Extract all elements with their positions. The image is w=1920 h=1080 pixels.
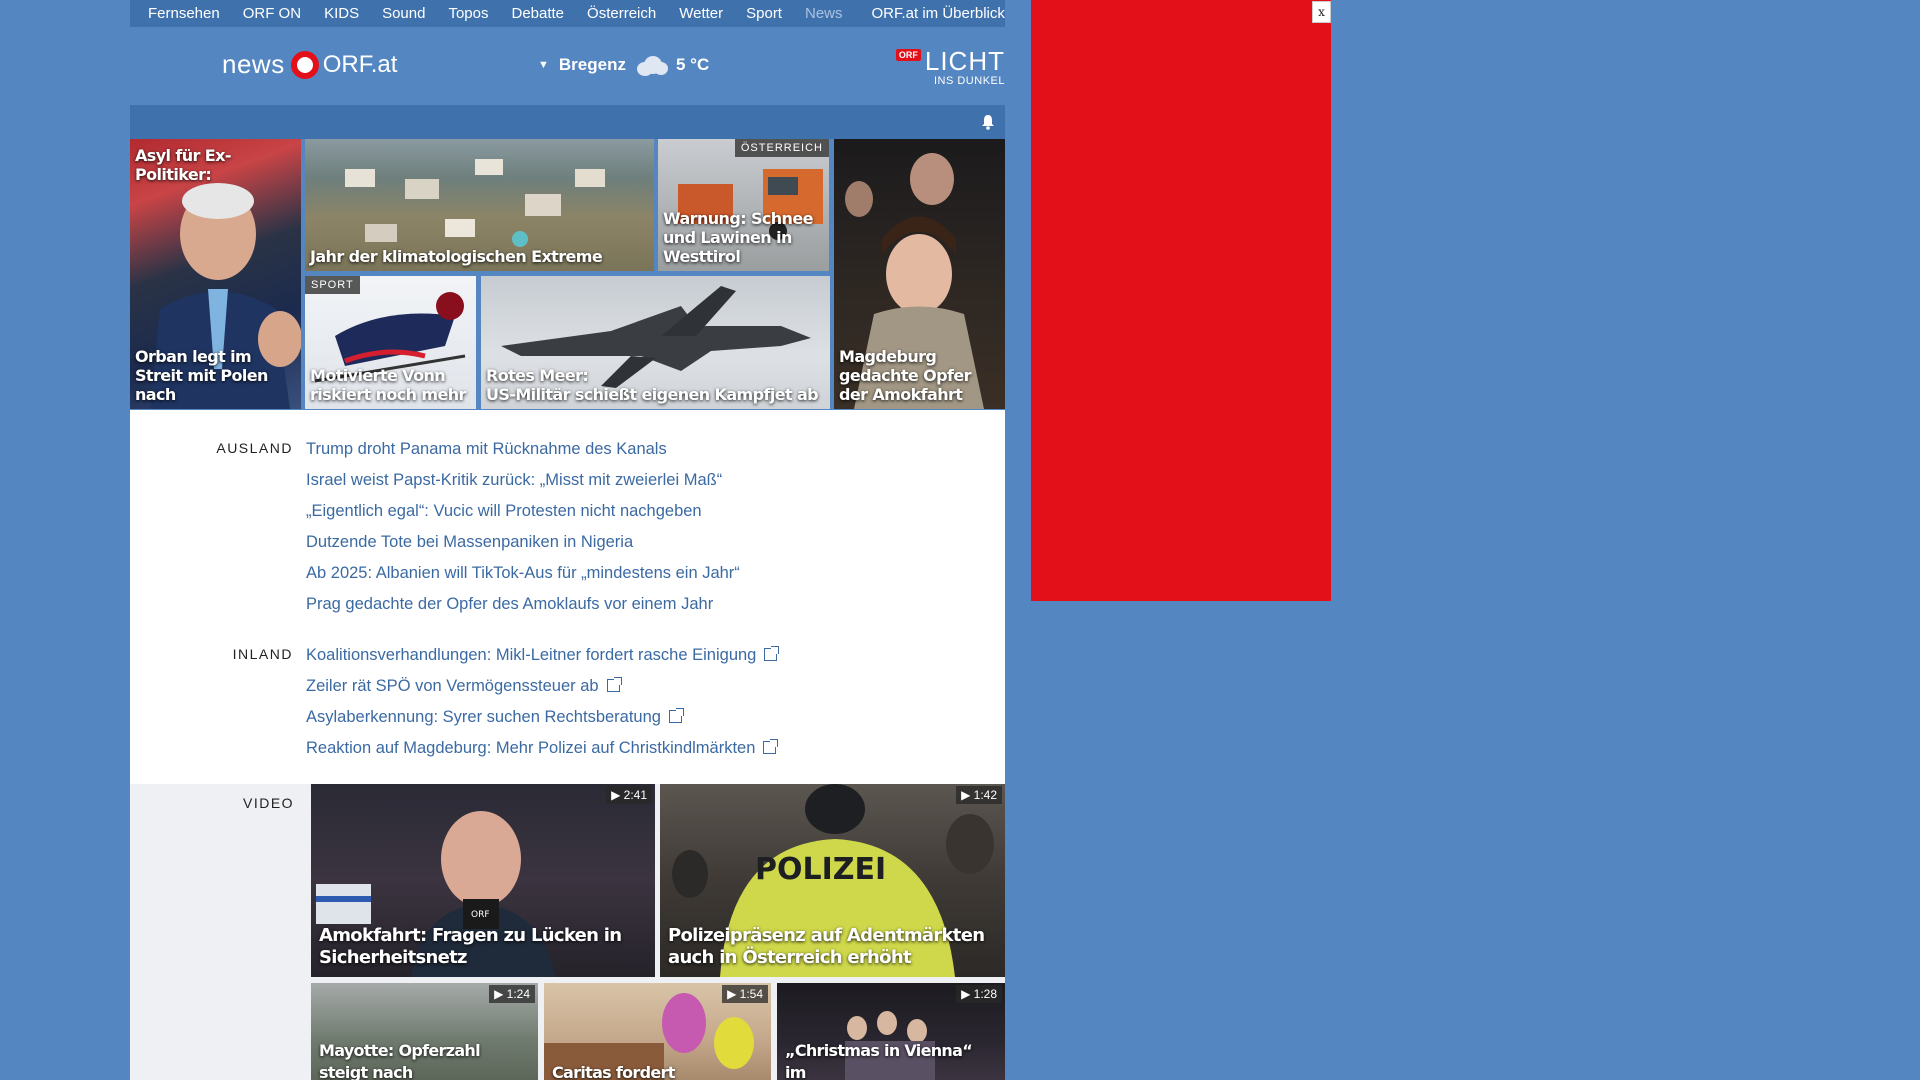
video-caption: „Christmas in Vienna“ im (785, 1041, 973, 1080)
teaser-jet-headline: US-Militär schießt eigenen Kampfjet ab (486, 385, 819, 404)
teaser-magdeburg-caption: Magdeburg gedachte Opfer der Amokfahrt (839, 347, 971, 404)
teaser-climate-caption: Jahr der klimatologischen Extreme (310, 247, 603, 266)
tag-sport: SPORT (305, 276, 360, 294)
headline-link[interactable]: Asylaberkennung: Syrer suchen Rechtsbera… (306, 708, 777, 739)
teaser-orban-kicker: Asyl für Ex-Politiker: (135, 146, 232, 184)
nav-kids[interactable]: KIDS (324, 5, 359, 22)
teaser-snow[interactable]: ÖSTERREICH Warnung: Schnee und Lawinen i… (658, 139, 829, 271)
notification-bar (130, 105, 1005, 139)
nav-fernsehen[interactable]: Fernsehen (148, 5, 220, 22)
section-label-video: VIDEO (243, 795, 295, 811)
section-label-ausland: AUSLAND (216, 440, 293, 456)
nav-sound[interactable]: Sound (382, 5, 425, 22)
duration-text: 2:41 (623, 788, 647, 802)
video-duration: ▶ 1:24 (489, 985, 535, 1003)
headline-link[interactable]: Israel weist Papst-Kritik zurück: „Misst… (306, 471, 740, 502)
headline-link[interactable]: Ab 2025: Albanien will TikTok-Aus für „m… (306, 564, 740, 595)
orf-ring-icon (290, 50, 319, 79)
video-tile-polizei[interactable]: POLIZEI ▶ 1:42 Polizeipräsenz auf Adentm… (660, 784, 1005, 977)
teaser-vonn[interactable]: SPORT Motivierte Vonn riskiert noch mehr (305, 276, 476, 409)
nav-overview[interactable]: ORF.at im Überblick (872, 5, 1005, 22)
video-section: VIDEO ORF ▶ 2:41 Amokfahrt: Fragen zu Lü… (130, 784, 1005, 1080)
mic-orf-text: ORF (471, 910, 490, 920)
dropdown-triangle-icon: ▼ (538, 59, 549, 71)
external-link-icon (763, 739, 779, 754)
nav-news[interactable]: News (805, 5, 843, 22)
headline-text: Asylaberkennung: Syrer suchen Rechtsbera… (306, 708, 661, 726)
duration-text: 1:42 (973, 788, 997, 802)
external-link-icon (764, 646, 780, 661)
inland-list: Koalitionsverhandlungen: Mikl-Leitner fo… (306, 646, 780, 770)
headline-text: Koalitionsverhandlungen: Mikl-Leitner fo… (306, 646, 757, 664)
headline-link[interactable]: Prag gedachte der Opfer des Amoklaufs vo… (306, 595, 740, 626)
headline-link[interactable]: Trump droht Panama mit Rücknahme des Kan… (306, 440, 740, 471)
site-header: news ORF.at ▼ Bregenz 5 °C ORF LICHT INS … (130, 27, 1005, 105)
ad-close-button[interactable]: x (1312, 1, 1331, 23)
video-caption: Amokfahrt: Fragen zu Lücken in Sicherhei… (319, 925, 622, 968)
headline-link[interactable]: Koalitionsverhandlungen: Mikl-Leitner fo… (306, 646, 780, 677)
nav-oesterreich[interactable]: Österreich (587, 5, 656, 22)
ausland-list: Trump droht Panama mit Rücknahme des Kan… (306, 440, 740, 626)
weather-location: Bregenz (558, 55, 626, 74)
teaser-vonn-caption: Motivierte Vonn riskiert noch mehr (310, 366, 466, 404)
teaser-jet-caption: Rotes Meer: US-Militär schießt eigenen K… (486, 366, 825, 404)
bell-icon[interactable] (981, 114, 995, 130)
lid-orf-badge: ORF (895, 49, 921, 61)
nav-topos[interactable]: Topos (448, 5, 488, 22)
nav-wetter[interactable]: Wetter (679, 5, 723, 22)
nav-orf-on[interactable]: ORF ON (243, 5, 301, 22)
logo-news-text: news (222, 49, 285, 79)
video-caption: Mayotte: Opferzahl steigt nach (319, 1041, 481, 1080)
lid-subtitle: INS DUNKEL (933, 75, 1005, 87)
teaser-magdeburg[interactable]: Magdeburg gedachte Opfer der Amokfahrt (834, 139, 1005, 409)
duration-text: 1:24 (506, 987, 530, 1001)
headline-lists: AUSLAND Trump droht Panama mit Rücknahme… (130, 410, 1005, 784)
weather-widget[interactable]: ▼ Bregenz 5 °C (538, 54, 709, 76)
video-tile-mayotte[interactable]: ▶ 1:24 Mayotte: Opferzahl steigt nach (311, 983, 538, 1080)
advertisement-banner[interactable] (1031, 0, 1331, 601)
teaser-orban[interactable]: Asyl für Ex-Politiker: Orban legt im Str… (130, 139, 301, 409)
headline-link[interactable]: Zeiler rät SPÖ von Vermögenssteuer ab (306, 677, 777, 708)
logo-orf-text: ORF.at (322, 50, 398, 78)
top-navigation: Fernsehen ORF ON KIDS Sound Topos Debatt… (130, 0, 1005, 27)
video-duration: ▶ 2:41 (606, 786, 652, 804)
weather-temperature: 5 °C (675, 55, 710, 74)
teaser-jet[interactable]: Rotes Meer: US-Militär schießt eigenen K… (481, 276, 830, 409)
headline-text: Reaktion auf Magdeburg: Mehr Polizei auf… (306, 739, 756, 757)
lid-title: LICHT (924, 46, 1005, 76)
tag-oesterreich: ÖSTERREICH (734, 139, 829, 157)
video-tile-christmas[interactable]: ▶ 1:28 „Christmas in Vienna“ im (777, 983, 1005, 1080)
licht-ins-dunkel-logo[interactable]: ORF LICHT INS DUNKEL (895, 46, 1005, 87)
duration-text: 1:28 (973, 987, 997, 1001)
news-orf-logo[interactable]: news ORF.at (222, 49, 397, 80)
headline-link[interactable]: Dutzende Tote bei Massenpaniken in Niger… (306, 533, 740, 564)
teaser-snow-caption: Warnung: Schnee und Lawinen in Westtirol (663, 209, 813, 266)
video-duration: ▶ 1:42 (956, 786, 1002, 804)
external-link-icon (606, 677, 622, 692)
video-tile-caritas[interactable]: ▶ 1:54 Caritas fordert (544, 983, 771, 1080)
cloud-icon (634, 54, 668, 76)
nav-sport[interactable]: Sport (746, 5, 782, 22)
polizei-text: POLIZEI (755, 852, 886, 887)
teaser-jet-kicker: Rotes Meer: (486, 366, 589, 385)
headline-text: Zeiler rät SPÖ von Vermögenssteuer ab (306, 677, 599, 695)
video-duration: ▶ 1:28 (956, 985, 1002, 1003)
video-caption: Caritas fordert (552, 1063, 675, 1080)
teaser-climate[interactable]: Jahr der klimatologischen Extreme (305, 139, 654, 271)
external-link-icon (668, 708, 684, 723)
video-duration: ▶ 1:54 (722, 985, 768, 1003)
duration-text: 1:54 (739, 987, 763, 1001)
video-tile-amokfahrt[interactable]: ORF ▶ 2:41 Amokfahrt: Fragen zu Lücken i… (311, 784, 655, 977)
teaser-orban-caption: Orban legt im Streit mit Polen nach (135, 347, 268, 404)
video-caption: Polizeipräsenz auf Adentmärkten auch in … (668, 925, 985, 968)
headline-link[interactable]: „Eigentlich egal“: Vucic will Protesten … (306, 502, 740, 533)
section-label-inland: INLAND (232, 646, 293, 662)
headline-link[interactable]: Reaktion auf Magdeburg: Mehr Polizei auf… (306, 739, 779, 770)
nav-debatte[interactable]: Debatte (511, 5, 564, 22)
